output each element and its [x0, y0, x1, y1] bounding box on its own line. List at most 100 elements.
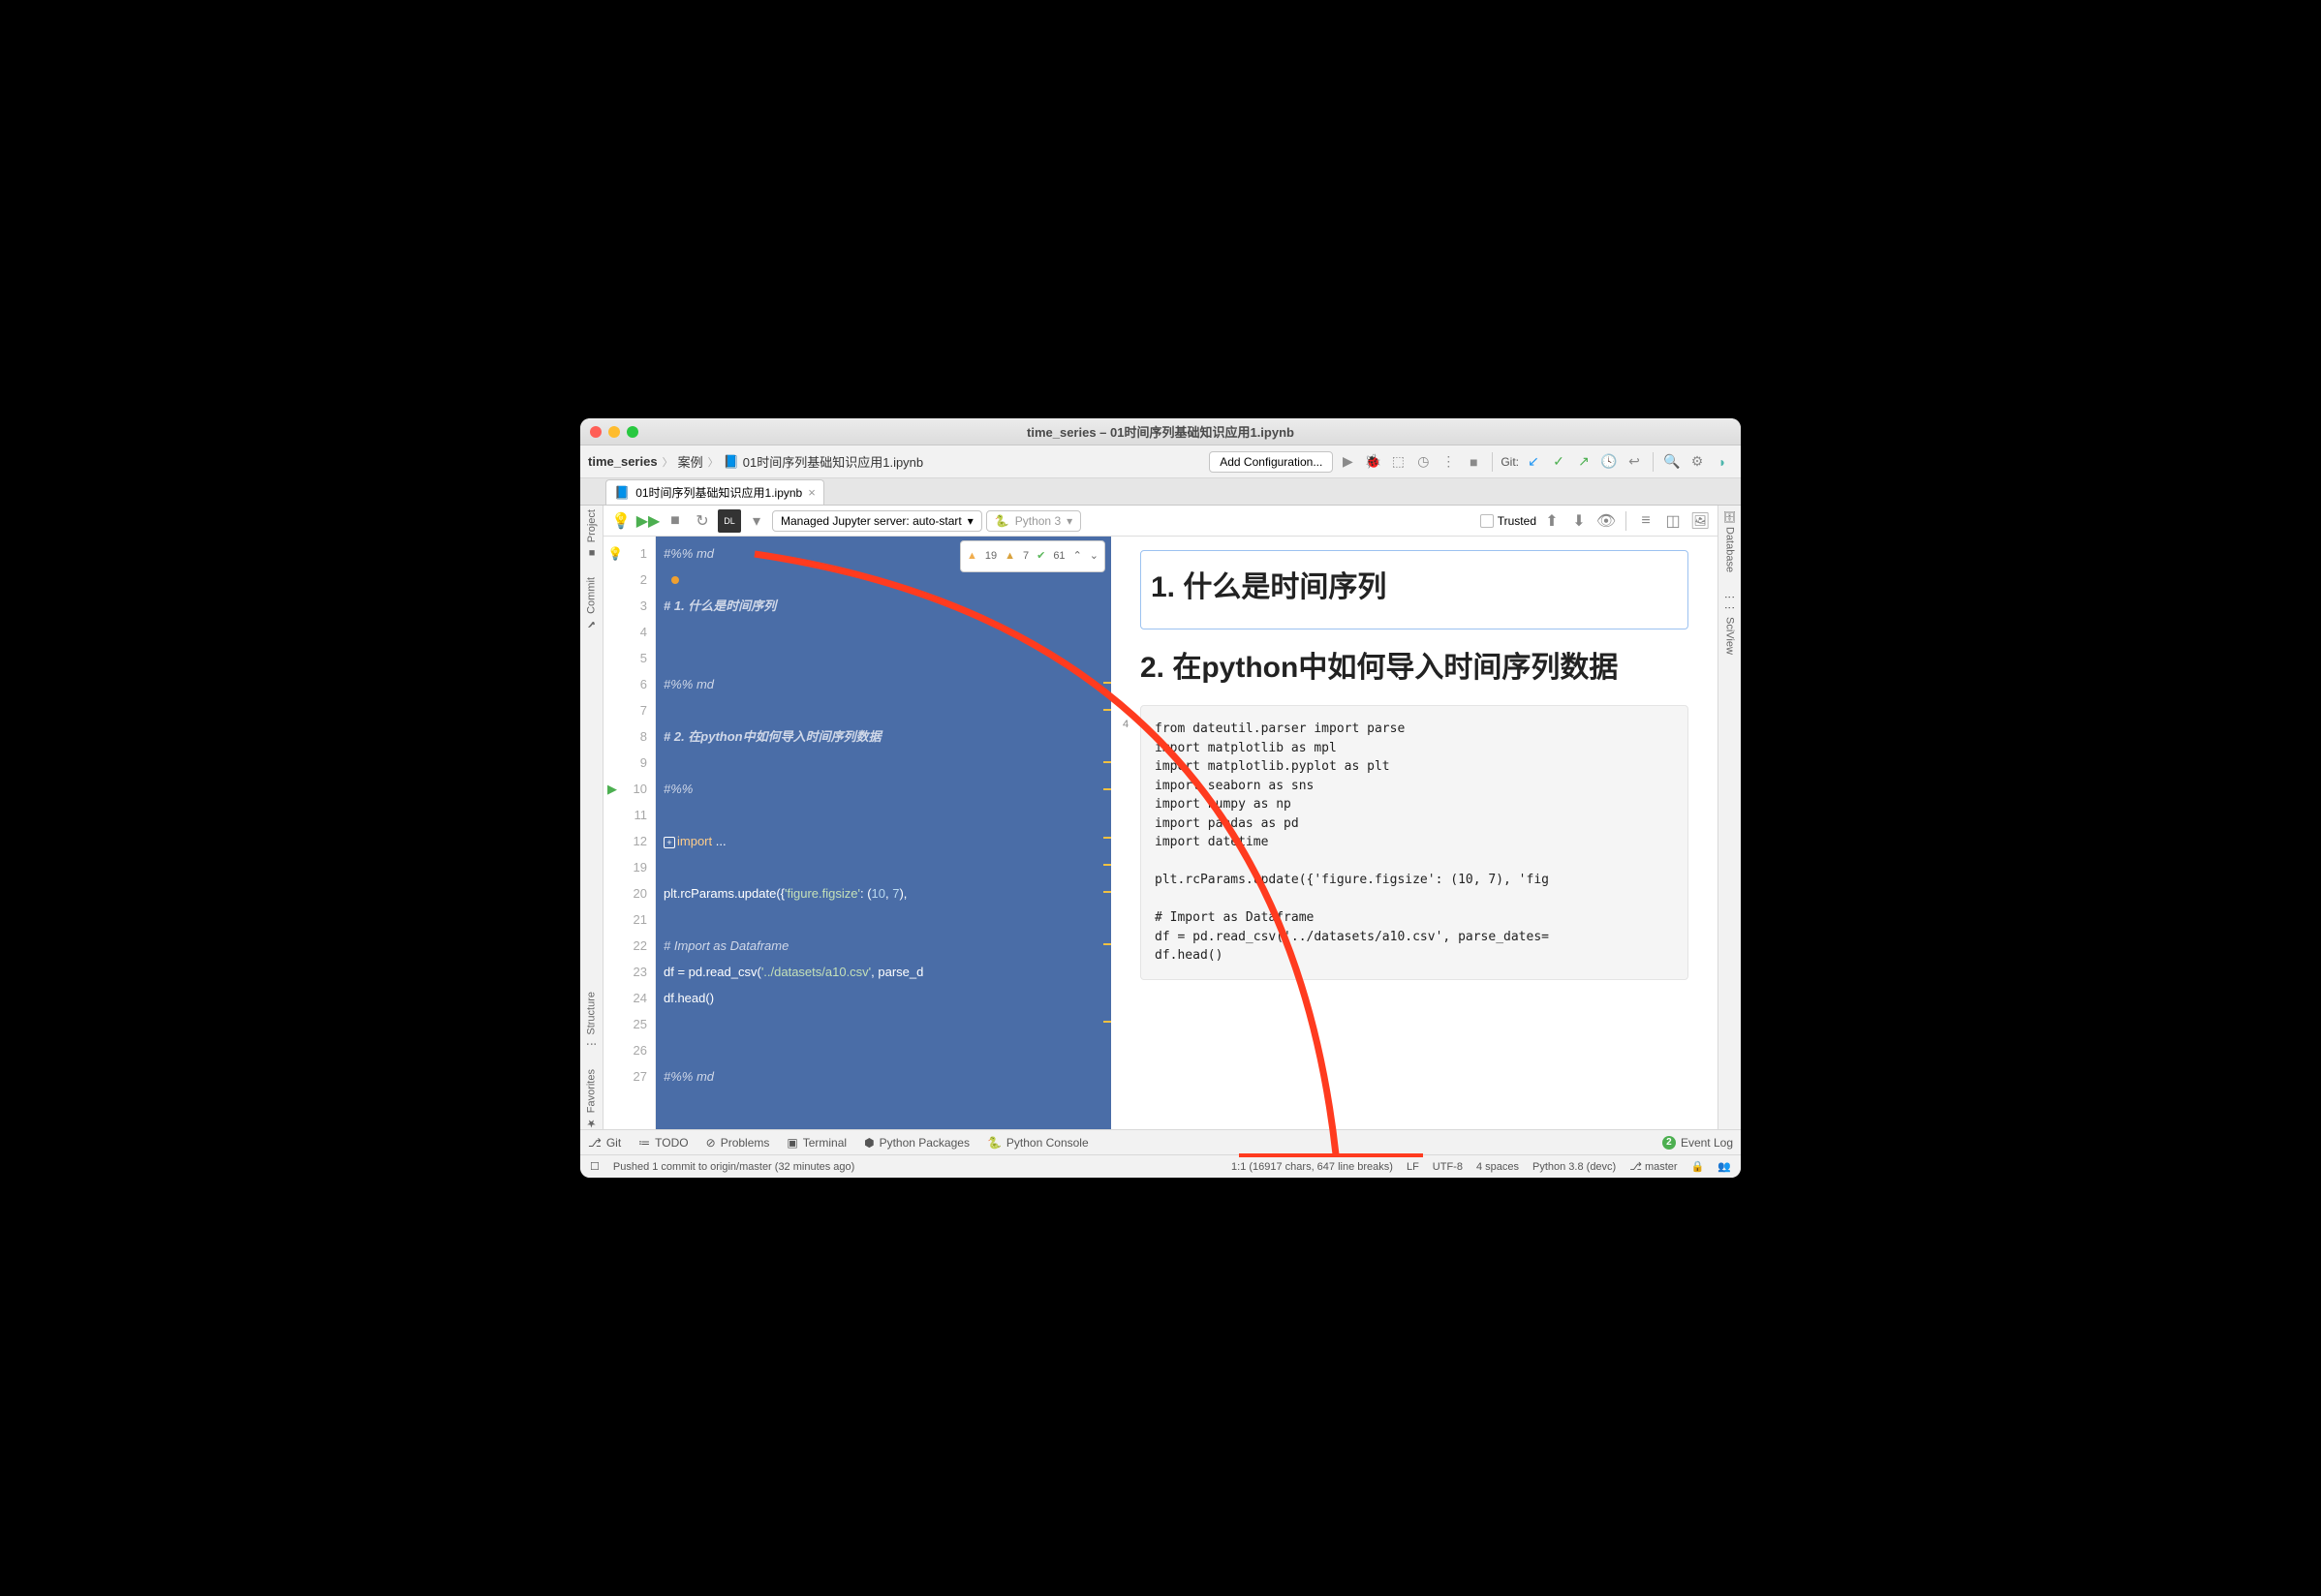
- editor-tabs: 📘 01时间序列基础知识应用1.ipynb ×: [580, 478, 1741, 506]
- settings-icon[interactable]: ⚙: [1687, 451, 1708, 473]
- close-window-button[interactable]: [590, 426, 602, 438]
- code-line: [664, 1037, 1111, 1063]
- tool-commit[interactable]: ✔Commit: [585, 577, 598, 630]
- line-number: 2: [603, 567, 647, 593]
- tool-todo[interactable]: ≔TODO: [638, 1136, 688, 1150]
- memory-indicator-icon[interactable]: 👥: [1718, 1160, 1731, 1173]
- coverage-icon[interactable]: ⬚: [1387, 451, 1408, 473]
- file-encoding[interactable]: UTF-8: [1433, 1161, 1463, 1173]
- attach-icon[interactable]: ⋮: [1438, 451, 1459, 473]
- warning-stripe: [1103, 891, 1111, 893]
- view-icon[interactable]: 👁: [1594, 509, 1618, 533]
- trusted-checkbox[interactable]: [1480, 514, 1494, 528]
- git-push-icon[interactable]: ↗: [1573, 451, 1594, 473]
- tool-project[interactable]: ■Project: [586, 509, 598, 558]
- indent-settings[interactable]: 4 spaces: [1476, 1161, 1519, 1173]
- breadcrumb-folder[interactable]: 案例: [678, 452, 703, 471]
- code-line: [664, 619, 1111, 645]
- tool-favorites[interactable]: ★Favorites: [585, 1069, 598, 1129]
- breadcrumb-file[interactable]: 01时间序列基础知识应用1.ipynb: [743, 452, 923, 471]
- git-branch-status[interactable]: ⎇ master: [1629, 1160, 1677, 1173]
- maximize-window-button[interactable]: [627, 426, 638, 438]
- code-line: plt.rcParams.update({'figure.figsize': (…: [664, 880, 1111, 906]
- chevron-up-icon[interactable]: ⌃: [1073, 543, 1082, 569]
- stop-icon[interactable]: ■: [1463, 451, 1484, 473]
- code-line: [664, 645, 1111, 671]
- bulb-icon[interactable]: 💡: [607, 540, 623, 567]
- tool-terminal[interactable]: ▣Terminal: [787, 1136, 847, 1150]
- python-interpreter[interactable]: Python 3.8 (devc): [1532, 1161, 1616, 1173]
- search-icon[interactable]: 🔍: [1661, 451, 1683, 473]
- chevron-down-icon[interactable]: ⌄: [1090, 543, 1099, 569]
- run-cell-icon[interactable]: ▶▶: [636, 509, 660, 533]
- bulb-icon[interactable]: 💡: [609, 509, 633, 533]
- divider: [1492, 452, 1493, 472]
- variables-icon[interactable]: DL: [718, 509, 741, 533]
- line-number: 8: [603, 723, 647, 750]
- preview-pane[interactable]: 1. 什么是时间序列 2. 在python中如何导入时间序列数据 4 from …: [1111, 537, 1718, 1129]
- tool-database[interactable]: 🗄Database: [1723, 509, 1736, 572]
- tool-python-packages[interactable]: ⬢Python Packages: [864, 1136, 970, 1150]
- line-number: 23: [603, 959, 647, 985]
- debug-icon[interactable]: 🐞: [1362, 451, 1383, 473]
- terminal-icon: ▣: [787, 1136, 797, 1150]
- tool-event-log[interactable]: 2Event Log: [1662, 1136, 1733, 1150]
- status-bar: ☐ Pushed 1 commit to origin/master (32 m…: [580, 1154, 1741, 1178]
- rendered-cell: 1. 什么是时间序列: [1140, 550, 1688, 629]
- code-editor-pane[interactable]: ▲19 ▲7 ✔61 ⌃⌄ #%% md # 1. 什么是时间序列 #%% md…: [656, 537, 1111, 1129]
- code-line: # 2. 在python中如何导入时间序列数据: [664, 723, 1111, 750]
- list-icon[interactable]: ≡: [1634, 509, 1657, 533]
- breadcrumb: time_series 案例 📘 01时间序列基础知识应用1.ipynb: [588, 452, 923, 471]
- git-branch-icon: ⎇: [588, 1136, 602, 1150]
- kernel-dropdown[interactable]: 🐍 Python 3▾: [986, 510, 1081, 532]
- kernel-dropdown-label: Python 3: [1015, 514, 1061, 528]
- warning-icon: ▲: [967, 543, 977, 569]
- code-line: [664, 906, 1111, 933]
- titlebar: time_series – 01时间序列基础知识应用1.ipynb: [580, 418, 1741, 445]
- lock-icon[interactable]: 🔒: [1691, 1160, 1705, 1173]
- vcs-status-icon[interactable]: ☐: [590, 1160, 600, 1173]
- fold-icon[interactable]: +: [664, 837, 675, 848]
- cell-down-icon[interactable]: ⬇: [1567, 509, 1591, 533]
- file-tab[interactable]: 📘 01时间序列基础知识应用1.ipynb ×: [605, 479, 824, 505]
- tool-structure[interactable]: ⋮Structure: [585, 992, 598, 1050]
- add-configuration-button[interactable]: Add Configuration...: [1209, 451, 1333, 473]
- run-cell-gutter-icon[interactable]: ▶: [607, 776, 617, 802]
- breadcrumb-root[interactable]: time_series: [588, 454, 658, 469]
- git-rollback-icon[interactable]: ↩: [1624, 451, 1645, 473]
- stop-cell-icon[interactable]: ■: [664, 509, 687, 533]
- notebook-toolbar: 💡 ▶▶ ■ ↻ DL ▾ Managed Jupyter server: au…: [603, 506, 1718, 537]
- editor: 💡 ▶▶ ■ ↻ DL ▾ Managed Jupyter server: au…: [603, 506, 1718, 1129]
- tool-problems[interactable]: ⊘Problems: [706, 1136, 770, 1150]
- image-icon[interactable]: 🖼: [1688, 509, 1712, 533]
- line-separator[interactable]: LF: [1407, 1161, 1419, 1173]
- code-line: df = pd.read_csv('../datasets/a10.csv', …: [664, 959, 1111, 985]
- split-view-icon[interactable]: ◫: [1661, 509, 1685, 533]
- profile-icon[interactable]: ◷: [1412, 451, 1434, 473]
- code-line: df.head(): [664, 985, 1111, 1011]
- ide-logo-icon[interactable]: ◗: [1712, 451, 1733, 473]
- inspections-widget[interactable]: ▲19 ▲7 ✔61 ⌃⌄: [960, 540, 1105, 572]
- cell-marker-icon: [671, 576, 679, 584]
- close-tab-icon[interactable]: ×: [808, 485, 816, 500]
- tool-sciview[interactable]: ⋮⋮SciView: [1723, 592, 1736, 655]
- line-number: 26: [603, 1037, 647, 1063]
- breadcrumb-separator: [662, 454, 674, 470]
- git-history-icon[interactable]: 🕓: [1598, 451, 1620, 473]
- minimize-window-button[interactable]: [608, 426, 620, 438]
- chevron-down-icon[interactable]: ▾: [745, 509, 768, 533]
- code-line: #%%: [664, 776, 1111, 802]
- cell-up-icon[interactable]: ⬆: [1540, 509, 1563, 533]
- code-line: #%% md: [664, 1063, 1111, 1090]
- git-update-icon[interactable]: ↙: [1523, 451, 1544, 473]
- restart-kernel-icon[interactable]: ↻: [691, 509, 714, 533]
- caret-position[interactable]: 1:1 (16917 chars, 647 line breaks): [1231, 1161, 1393, 1173]
- line-number: 5: [603, 645, 647, 671]
- tool-git[interactable]: ⎇Git: [588, 1136, 621, 1150]
- tool-python-console[interactable]: 🐍Python Console: [987, 1136, 1089, 1150]
- server-dropdown[interactable]: Managed Jupyter server: auto-start▾: [772, 510, 982, 532]
- git-commit-icon[interactable]: ✓: [1548, 451, 1569, 473]
- run-icon[interactable]: ▶: [1337, 451, 1358, 473]
- line-number: 27: [603, 1063, 647, 1090]
- code-line: +import ...: [664, 828, 1111, 854]
